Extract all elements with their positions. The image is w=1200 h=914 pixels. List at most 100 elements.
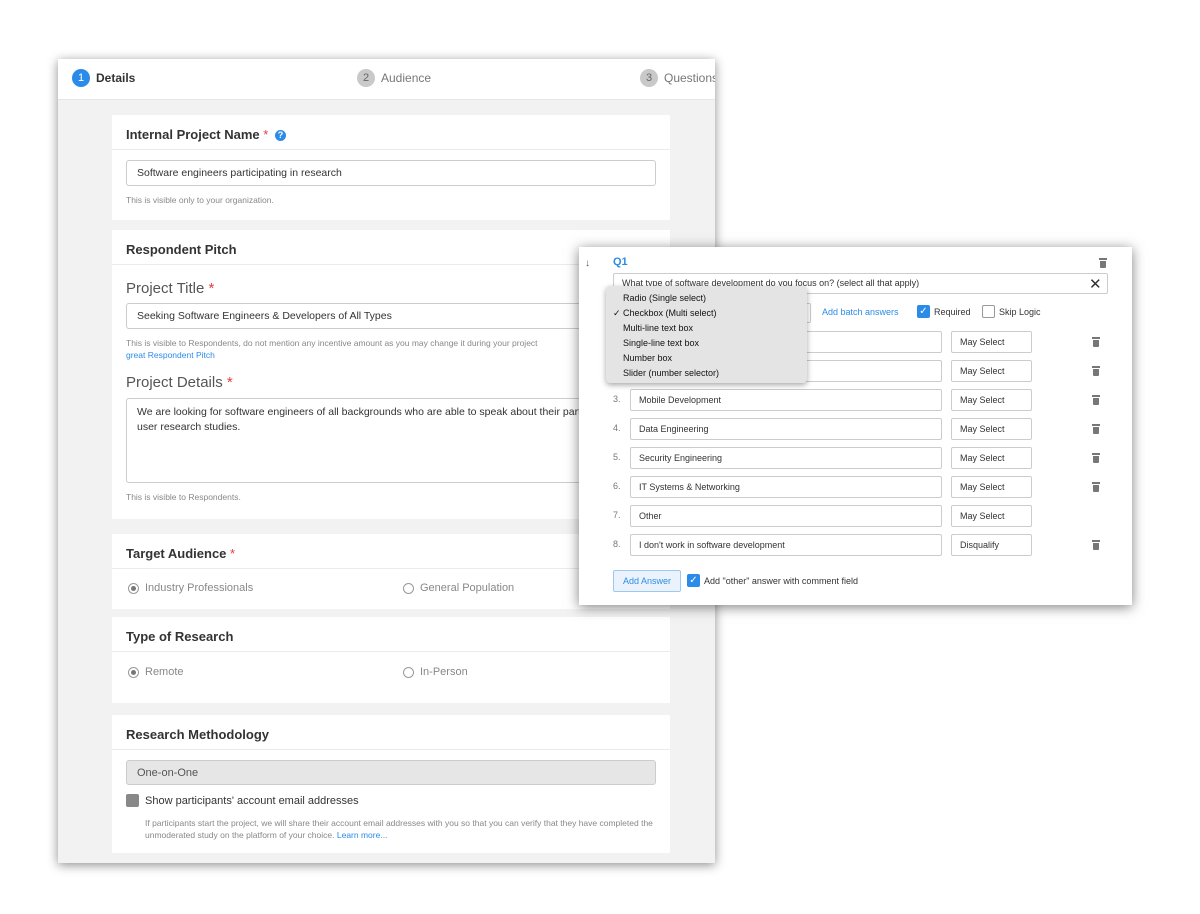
step-questions[interactable]: 3 Questions	[640, 69, 715, 87]
step-label: Details	[96, 71, 136, 85]
checkbox-unchecked-icon[interactable]	[982, 305, 995, 318]
internal-project-name-card: Internal Project Name * ? Software engin…	[112, 115, 670, 220]
step-details[interactable]: 1 Details	[72, 69, 135, 87]
step-number: 1	[72, 69, 90, 87]
radio-in-person[interactable]: In-Person	[403, 666, 468, 678]
answer-logic-select[interactable]: May Select	[951, 360, 1032, 382]
radio-label: In-Person	[420, 666, 468, 678]
show-emails-option[interactable]: Show participants' account email address…	[126, 794, 359, 807]
answer-number: 5.	[613, 452, 621, 462]
answer-row: 3. Mobile Development May Select	[579, 389, 1132, 411]
answer-row: 5. Security Engineering May Select	[579, 447, 1132, 469]
question-id: Q1	[613, 256, 628, 268]
learn-more-link[interactable]: Learn more...	[337, 830, 388, 840]
heading-text: Target Audience	[126, 546, 227, 561]
step-number: 2	[357, 69, 375, 87]
trash-icon[interactable]	[1092, 334, 1100, 352]
project-name-input[interactable]: Software engineers participating in rese…	[126, 160, 656, 186]
answer-number: 8.	[613, 539, 621, 549]
answer-logic-select[interactable]: May Select	[951, 447, 1032, 469]
dropdown-item-number[interactable]: Number box	[606, 351, 807, 366]
dropdown-item-label: Slider (number selector)	[623, 368, 720, 378]
dropdown-item-multiline[interactable]: Multi-line text box	[606, 321, 807, 336]
research-methodology-card: Research Methodology One-on-One Show par…	[112, 715, 670, 853]
checkbox-label: Add "other" answer with comment field	[704, 575, 858, 586]
answer-input[interactable]: Mobile Development	[630, 389, 942, 411]
help-icon[interactable]: ?	[274, 130, 286, 142]
dropdown-item-label: Radio (Single select)	[623, 293, 707, 303]
answer-number: 7.	[613, 510, 621, 520]
note-text: This is visible to Respondents, do not m…	[126, 338, 538, 348]
dropdown-item-radio[interactable]: Radio (Single select)	[606, 291, 807, 306]
project-details-textarea[interactable]: We are looking for software engineers of…	[126, 398, 656, 483]
other-answer-option[interactable]: ✓ Add "other" answer with comment field	[687, 574, 858, 587]
heading-text: Internal Project Name	[126, 127, 260, 142]
dropdown-item-slider[interactable]: Slider (number selector)	[606, 366, 807, 381]
answer-logic-select[interactable]: May Select	[951, 389, 1032, 411]
label-text: Project Details	[126, 374, 223, 391]
answer-number: 3.	[613, 394, 621, 404]
answer-row: 4. Data Engineering May Select	[579, 418, 1132, 440]
skip-logic-toggle[interactable]: Skip Logic	[982, 305, 1041, 318]
pitch-guide-link[interactable]: great Respondent Pitch	[126, 350, 215, 360]
project-details-label: Project Details *	[126, 374, 233, 391]
required-marker: *	[208, 280, 215, 297]
answer-logic-select[interactable]: May Select	[951, 505, 1032, 527]
step-number: 3	[640, 69, 658, 87]
answer-number: 4.	[613, 423, 621, 433]
answer-input[interactable]: Data Engineering	[630, 418, 942, 440]
radio-selected-icon	[128, 582, 139, 594]
checkbox-checked-icon[interactable]: ✓	[687, 574, 700, 587]
card-heading: Internal Project Name * ?	[112, 115, 670, 150]
project-title-input[interactable]: Seeking Software Engineers & Developers …	[126, 303, 656, 329]
answer-input[interactable]: I don't work in software development	[630, 534, 942, 556]
answer-input[interactable]: Security Engineering	[630, 447, 942, 469]
dropdown-item-singleline[interactable]: Single-line text box	[606, 336, 807, 351]
checkbox-checked-icon[interactable]: ✓	[917, 305, 930, 318]
radio-general-population[interactable]: General Population	[403, 582, 514, 594]
trash-icon[interactable]	[1092, 421, 1100, 439]
radio-industry-professionals[interactable]: Industry Professionals	[128, 582, 253, 594]
add-batch-answers-link[interactable]: Add batch answers	[822, 307, 899, 317]
question-type-dropdown: Radio (Single select) ✓ Checkbox (Multi s…	[606, 286, 807, 383]
required-marker: *	[263, 127, 269, 142]
arrow-down-icon[interactable]: ↓	[585, 258, 590, 269]
checkbox-label: Show participants' account email address…	[145, 794, 359, 807]
step-audience[interactable]: 2 Audience	[357, 69, 431, 87]
trash-icon[interactable]	[1092, 363, 1100, 381]
project-details-note: This is visible to Respondents.	[126, 492, 241, 502]
step-label: Questions	[664, 71, 715, 85]
dropdown-item-label: Checkbox (Multi select)	[623, 308, 717, 318]
research-type-card: Type of Research Remote In-Person	[112, 617, 670, 703]
answer-input[interactable]: IT Systems & Networking	[630, 476, 942, 498]
card-heading: Research Methodology	[112, 715, 670, 750]
answer-logic-select[interactable]: May Select	[951, 331, 1032, 353]
trash-icon[interactable]	[1092, 479, 1100, 497]
radio-label: Remote	[145, 666, 184, 678]
close-icon[interactable]: ✕	[1089, 275, 1102, 293]
checkbox-icon[interactable]	[126, 794, 139, 807]
answer-input[interactable]: Other	[630, 505, 942, 527]
dropdown-item-label: Single-line text box	[623, 338, 700, 348]
trash-icon[interactable]	[1092, 450, 1100, 468]
trash-icon[interactable]	[1099, 255, 1107, 273]
trash-icon[interactable]	[1092, 392, 1100, 410]
answer-logic-select[interactable]: May Select	[951, 476, 1032, 498]
add-answer-button[interactable]: Add Answer	[613, 570, 681, 592]
radio-unselected-icon	[403, 582, 414, 594]
trash-icon[interactable]	[1092, 537, 1100, 555]
project-title-note: This is visible to Respondents, do not m…	[126, 337, 586, 361]
answer-logic-select[interactable]: Disqualify	[951, 534, 1032, 556]
methodology-note: If participants start the project, we wi…	[145, 817, 655, 841]
radio-unselected-icon	[403, 666, 414, 678]
required-toggle[interactable]: ✓ Required	[917, 305, 971, 318]
methodology-select[interactable]: One-on-One	[126, 760, 656, 785]
checkbox-label: Skip Logic	[999, 306, 1041, 317]
radio-remote[interactable]: Remote	[128, 666, 184, 678]
answer-logic-select[interactable]: May Select	[951, 418, 1032, 440]
dropdown-item-label: Multi-line text box	[623, 323, 694, 333]
label-text: Project Title	[126, 280, 205, 297]
dropdown-item-checkbox[interactable]: ✓ Checkbox (Multi select)	[606, 306, 807, 321]
stepper: 1 Details 2 Audience 3 Questions	[58, 59, 715, 100]
project-name-note: This is visible only to your organizatio…	[126, 195, 274, 205]
